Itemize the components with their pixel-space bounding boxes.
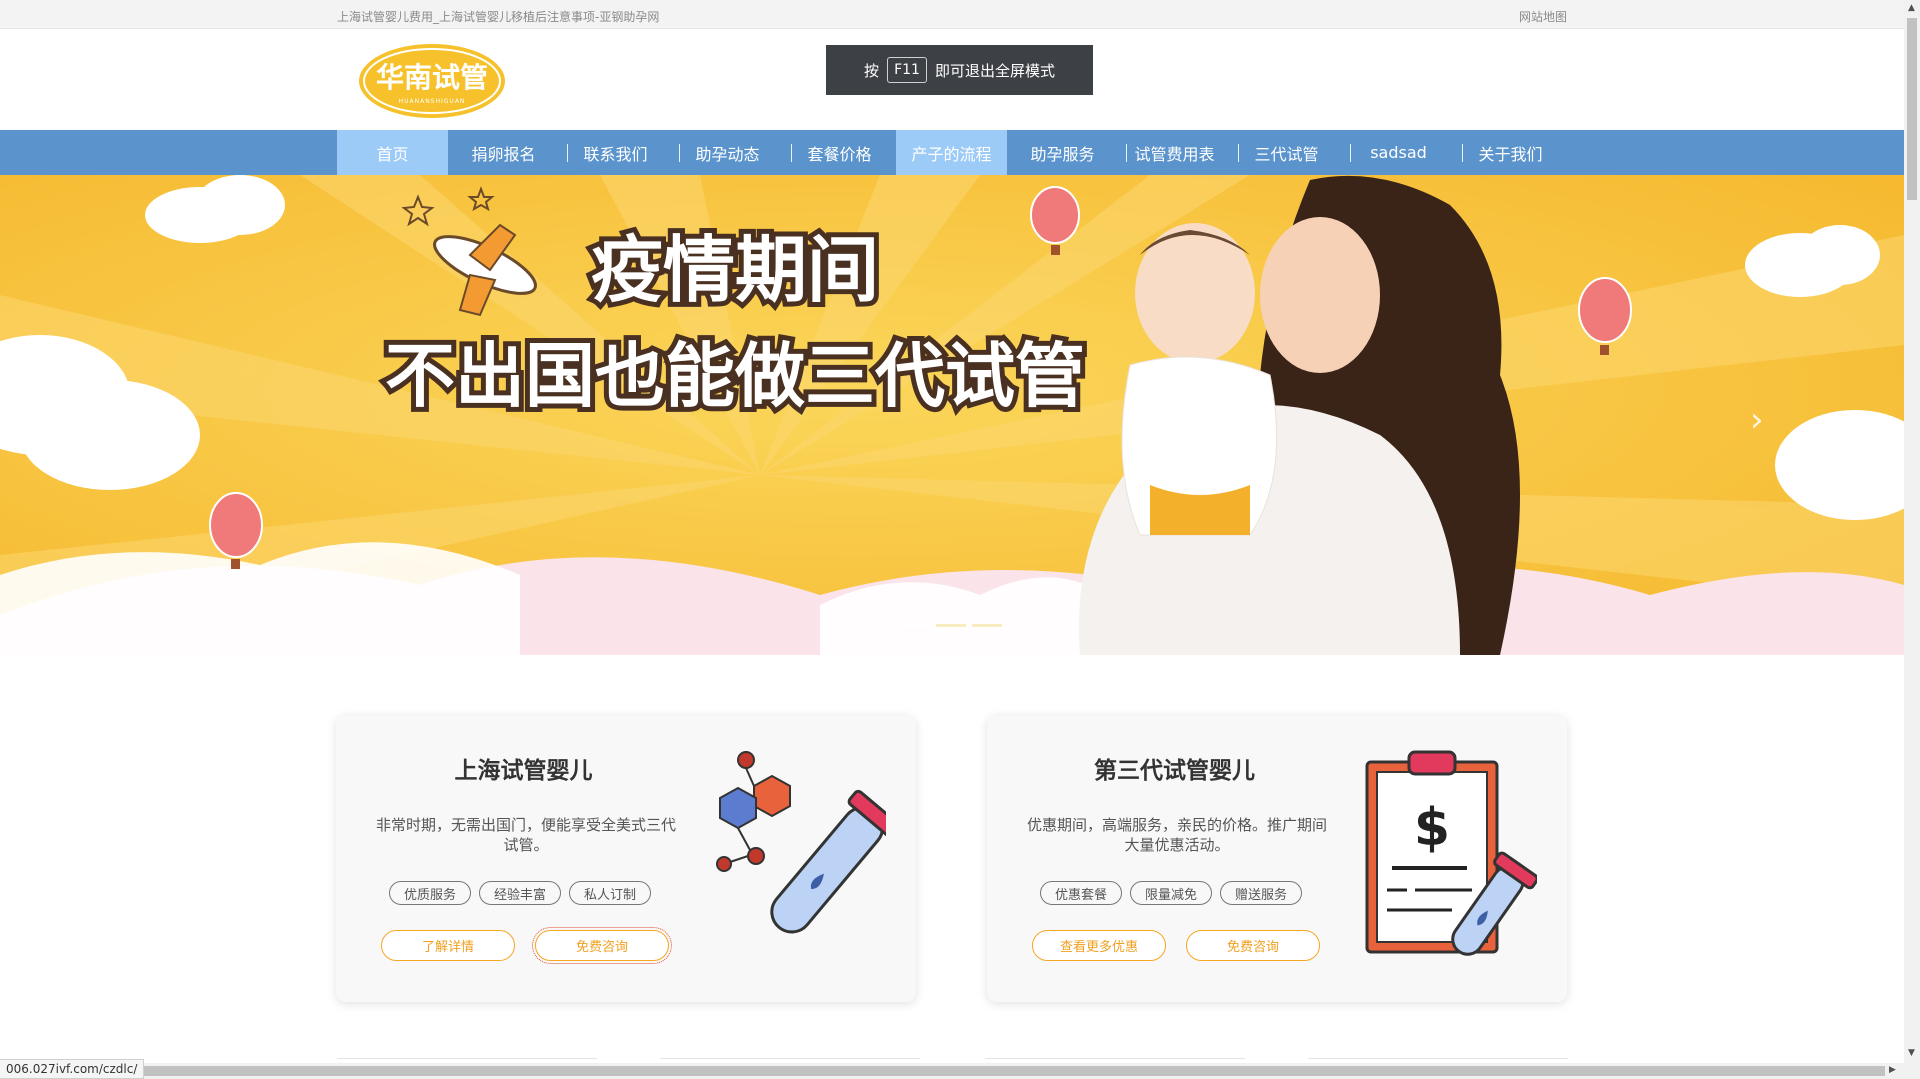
card-description: 非常时期，无需出国门，便能享受全美式三代试管。 [376, 816, 677, 854]
card-title: 第三代试管婴儿 [1094, 758, 1255, 784]
card-tags: 优质服务 经验丰富 私人订制 [389, 881, 652, 905]
logo-text: 华南试管 [376, 61, 488, 94]
free-consult-button[interactable]: 免费咨询 [1186, 930, 1320, 961]
toast-prefix: 按 [864, 61, 880, 80]
hero-banner[interactable]: 疫情期间 不出国也能做三代试管 ‹ › [0, 175, 1904, 655]
status-bar-url: 006.027ivf.com/czdlc/ [0, 1059, 145, 1079]
f11-key: F11 [887, 57, 927, 83]
nav-item-home[interactable]: 首页 [337, 130, 448, 175]
carousel-dot[interactable] [936, 624, 966, 627]
site-title-text: 上海试管婴儿费用_上海试管婴儿移植后注意事项-亚钢助孕网 [337, 10, 660, 24]
tag-gift-service: 赠送服务 [1220, 881, 1303, 905]
carousel-dot[interactable] [900, 624, 930, 627]
nav-item-process[interactable]: 产子的流程 [896, 130, 1007, 175]
svg-text:$: $ [1414, 798, 1450, 858]
more-offers-button[interactable]: 查看更多优惠 [1032, 930, 1166, 961]
site-logo[interactable]: 华南试管 HUANANSHIGUAN [356, 41, 508, 121]
scroll-right-arrow-icon[interactable]: ▶ [1889, 1065, 1896, 1075]
carousel-indicators [900, 624, 1002, 627]
nav-item-packages[interactable]: 套餐价格 [784, 130, 895, 175]
service-card-shanghai-ivf: 上海试管婴儿 非常时期，无需出国门，便能享受全美式三代试管。 优质服务 经验丰富… [336, 715, 916, 1002]
card-buttons: 查看更多优惠 免费咨询 [1032, 930, 1320, 961]
nav-item-contact[interactable]: 联系我们 [560, 130, 671, 175]
scroll-down-arrow-icon[interactable]: ▼ [1908, 1048, 1915, 1058]
tag-quality-service: 优质服务 [389, 881, 472, 905]
toast-suffix: 即可退出全屏模式 [934, 61, 1055, 80]
scroll-up-arrow-icon[interactable]: ▲ [1908, 3, 1915, 13]
horizontal-scroll-thumb[interactable] [135, 1066, 1885, 1076]
banner-next-arrow[interactable]: › [1750, 400, 1764, 440]
banner-headline-1: 疫情期间 [591, 228, 879, 312]
clipboard-price-icon: $ [1357, 750, 1539, 974]
tag-experienced: 经验丰富 [479, 881, 562, 905]
card-title: 上海试管婴儿 [454, 758, 593, 784]
card-buttons: 了解详情 免费咨询 [381, 927, 672, 964]
tag-discount-package: 优惠套餐 [1040, 881, 1123, 905]
tag-limited-reduction: 限量减免 [1130, 881, 1213, 905]
banner-illustration: 疫情期间 不出国也能做三代试管 [0, 175, 1904, 655]
sitemap-link[interactable]: 网站地图 [1519, 8, 1567, 25]
main-nav: 首页 捐卵报名 联系我们 助孕动态 套餐价格 产子的流程 助孕服务 试管费用表 … [0, 130, 1904, 175]
card-tags: 优惠套餐 限量减免 赠送服务 [1040, 881, 1303, 905]
nav-item-sadsad[interactable]: sadsad [1343, 130, 1454, 175]
free-consult-button[interactable]: 免费咨询 [532, 927, 672, 964]
nav-item-egg-donation[interactable]: 捐卵报名 [448, 130, 559, 175]
learn-more-button[interactable]: 了解详情 [381, 930, 515, 961]
carousel-dot[interactable] [972, 624, 1002, 627]
logo-subtext: HUANANSHIGUAN [399, 98, 466, 105]
test-tube-molecule-icon [706, 750, 901, 974]
nav-item-services[interactable]: 助孕服务 [1007, 130, 1118, 175]
nav-item-fee-table[interactable]: 试管费用表 [1119, 130, 1230, 175]
vertical-scroll-thumb[interactable] [1907, 18, 1917, 200]
header: 华南试管 HUANANSHIGUAN 按 F11 即可退出全屏模式 [0, 29, 1904, 130]
horizontal-scrollbar[interactable]: ▶ [0, 1063, 1904, 1079]
nav-item-about[interactable]: 关于我们 [1455, 130, 1566, 175]
card-description: 优惠期间，高端服务，亲民的价格。推广期间大量优惠活动。 [1027, 816, 1328, 854]
vertical-scrollbar[interactable]: ▲ ▼ [1904, 0, 1920, 1079]
tag-custom: 私人订制 [569, 881, 652, 905]
banner-prev-arrow[interactable]: ‹ [133, 400, 147, 440]
fullscreen-toast: 按 F11 即可退出全屏模式 [826, 45, 1093, 95]
banner-headline-2: 不出国也能做三代试管 [385, 335, 1085, 417]
service-card-third-gen: 第三代试管婴儿 优惠期间，高端服务，亲民的价格。推广期间大量优惠活动。 优惠套餐… [987, 715, 1567, 1002]
top-bar: 上海试管婴儿费用_上海试管婴儿移植后注意事项-亚钢助孕网 网站地图 [0, 0, 1904, 29]
nav-item-third-gen[interactable]: 三代试管 [1231, 130, 1342, 175]
nav-item-news[interactable]: 助孕动态 [672, 130, 783, 175]
